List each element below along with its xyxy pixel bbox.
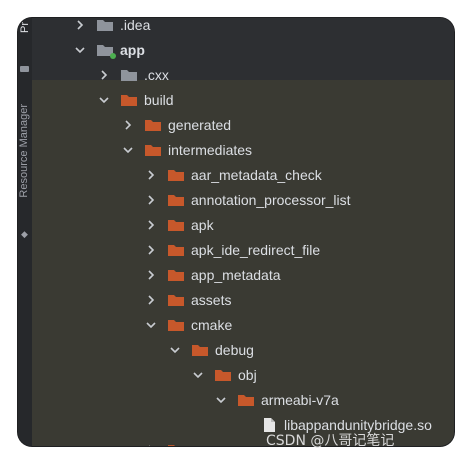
project-panel: Pr Resource Manager ◆ .idea app .cxx bui… xyxy=(18,18,454,446)
chevron-down-icon[interactable] xyxy=(168,343,182,357)
tree-row-apk-ide-redirect-file[interactable]: apk_ide_redirect_file xyxy=(32,237,454,262)
tree-row-idea[interactable]: .idea xyxy=(32,18,454,37)
tree-row-build[interactable]: build xyxy=(32,87,454,112)
tree-row-annotation-processor-list[interactable]: annotation_processor_list xyxy=(32,187,454,212)
tree-item-label: .cxx xyxy=(144,66,169,83)
tree-row-app-metadata[interactable]: app_metadata xyxy=(32,262,454,287)
project-tool-icon[interactable] xyxy=(20,66,29,72)
folder-orange-icon xyxy=(167,318,185,332)
chevron-right-icon[interactable] xyxy=(97,68,111,82)
tree-row-aar-metadata-check[interactable]: aar_metadata_check xyxy=(32,162,454,187)
tree-row-generated[interactable]: generated xyxy=(32,112,454,137)
chevron-right-icon[interactable] xyxy=(144,218,158,232)
chevron-right-icon[interactable] xyxy=(144,168,158,182)
chevron-right-icon[interactable] xyxy=(144,293,158,307)
tree-item-label: generated xyxy=(168,116,232,133)
folder-gray-icon xyxy=(120,68,138,82)
tree-item-label: .idea xyxy=(120,18,151,33)
tree-item-label: app_metadata xyxy=(191,266,281,283)
tree-item-label: apk xyxy=(191,216,214,233)
chevron-down-icon[interactable] xyxy=(121,143,135,157)
folder-orange-icon xyxy=(214,368,232,382)
chevron-down-icon[interactable] xyxy=(73,43,87,57)
tree-item-label: debug xyxy=(215,341,254,358)
folder-gray-icon xyxy=(96,18,114,32)
tree-item-label: intermediates xyxy=(168,141,253,158)
tree-row-debug[interactable]: debug xyxy=(32,337,454,362)
folder-orange-icon xyxy=(144,143,162,157)
project-tree: .idea app .cxx build generated intermedi… xyxy=(32,18,454,446)
tree-item-label: obj xyxy=(238,366,257,383)
tree-item-label: armeabi-v7a xyxy=(261,391,339,408)
folder-orange-icon xyxy=(237,393,255,407)
chevron-right-icon[interactable] xyxy=(144,268,158,282)
tree-item-label: build xyxy=(144,91,174,108)
module-folder-icon xyxy=(96,43,116,59)
resource-manager-icon: ◆ xyxy=(21,229,28,239)
tree-item-label: annotation_processor_list xyxy=(191,191,351,208)
folder-orange-icon xyxy=(167,268,185,282)
folder-orange-icon xyxy=(167,193,185,207)
tree-row-armeabi-v7a[interactable]: armeabi-v7a xyxy=(32,387,454,412)
tree-item-label: assets xyxy=(191,291,232,308)
tree-row-cxx[interactable]: .cxx xyxy=(32,62,454,87)
chevron-down-icon[interactable] xyxy=(214,393,228,407)
csdn-watermark: CSDN @八哥记笔记 xyxy=(266,433,395,449)
chevron-right-icon[interactable] xyxy=(144,443,158,446)
chevron-right-icon[interactable] xyxy=(144,243,158,257)
folder-orange-icon xyxy=(191,343,209,357)
folder-orange-icon xyxy=(120,93,138,107)
tree-item-label: app xyxy=(120,41,145,58)
tool-window-sidebar: Pr Resource Manager ◆ xyxy=(18,18,33,446)
chevron-down-icon[interactable] xyxy=(191,368,205,382)
chevron-right-icon[interactable] xyxy=(121,118,135,132)
folder-orange-icon xyxy=(167,443,185,446)
tree-row-app[interactable]: app xyxy=(32,37,454,62)
tree-row-obj[interactable]: obj xyxy=(32,362,454,387)
resource-manager-tab[interactable]: Resource Manager xyxy=(18,104,31,198)
folder-orange-icon xyxy=(144,118,162,132)
tree-row-intermediates[interactable]: intermediates xyxy=(32,137,454,162)
tree-item-label: apk_ide_redirect_file xyxy=(191,241,321,258)
folder-orange-icon xyxy=(167,218,185,232)
folder-orange-icon xyxy=(167,168,185,182)
folder-orange-icon xyxy=(167,243,185,257)
folder-orange-icon xyxy=(167,293,185,307)
chevron-down-icon[interactable] xyxy=(97,93,111,107)
project-tool-tab[interactable]: Pr xyxy=(19,22,31,33)
chevron-right-icon[interactable] xyxy=(73,18,87,32)
chevron-down-icon[interactable] xyxy=(144,318,158,332)
chevron-right-icon[interactable] xyxy=(144,193,158,207)
tree-row-assets[interactable]: assets xyxy=(32,287,454,312)
tree-row-cmake[interactable]: cmake xyxy=(32,312,454,337)
module-dot-icon xyxy=(110,52,116,59)
tree-item-label: cmake xyxy=(191,316,233,333)
tree-row-apk[interactable]: apk xyxy=(32,212,454,237)
tree-item-label: aar_metadata_check xyxy=(191,166,322,183)
